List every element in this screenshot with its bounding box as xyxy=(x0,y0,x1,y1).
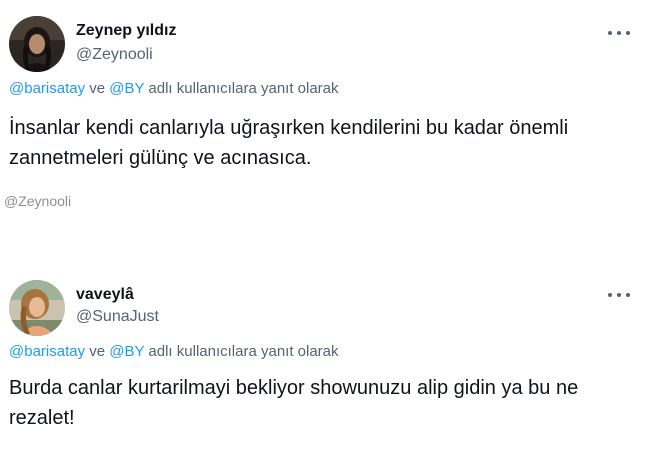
mention-link[interactable]: @barisatay xyxy=(9,80,85,97)
more-options-icon[interactable] xyxy=(608,26,630,40)
tweet-text: İnsanlar kendi canlarıyla uğraşırken ken… xyxy=(9,117,569,169)
user-handle[interactable]: @SunaJust xyxy=(76,308,159,326)
more-options-icon[interactable] xyxy=(608,288,630,302)
avatar[interactable] xyxy=(9,16,65,72)
reply-connector: ve xyxy=(85,343,110,360)
avatar-image xyxy=(9,16,65,72)
display-name[interactable]: vaveylâ xyxy=(76,286,134,304)
user-handle[interactable]: @Zeynooli xyxy=(76,46,153,64)
tweet: Zeynep yıldız @Zeynooli @barisatay ve @B… xyxy=(0,0,650,200)
reply-suffix: adlı kullanıcılara yanıt olarak xyxy=(144,80,339,97)
reply-suffix: adlı kullanıcılara yanıt olarak xyxy=(144,343,339,360)
screenshot-page: Zeynep yıldız @Zeynooli @barisatay ve @B… xyxy=(0,0,650,450)
tweet-text: Burda canlar kurtarilmayi bekliyor showu… xyxy=(9,377,579,429)
avatar-image xyxy=(9,280,65,336)
reply-context: @barisatay ve @BY adlı kullanıcılara yan… xyxy=(9,343,339,360)
mention-link[interactable]: @barisatay xyxy=(9,343,85,360)
tweet: vaveylâ @SunaJust @barisatay ve @BY adlı… xyxy=(0,272,650,450)
avatar[interactable] xyxy=(9,280,65,336)
reply-context: @barisatay ve @BY adlı kullanıcılara yan… xyxy=(9,80,339,97)
mention-link[interactable]: @BY xyxy=(109,343,144,360)
mention-link[interactable]: @BY xyxy=(109,80,144,97)
display-name[interactable]: Zeynep yıldız xyxy=(76,22,176,40)
reply-connector: ve xyxy=(85,80,110,97)
watermark: @Zeynooli xyxy=(4,193,72,209)
